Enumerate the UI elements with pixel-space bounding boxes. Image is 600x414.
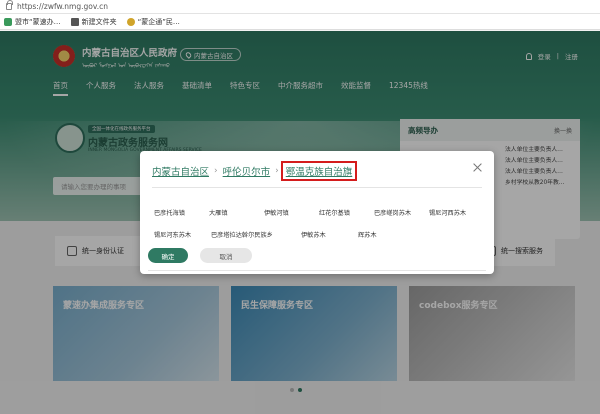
town-option[interactable]: 锡尼河西苏木 [429, 208, 484, 217]
town-row: 巴彦托海镇 大雁镇 伊敏河镇 红花尔基镇 巴彦嵯岗苏木 锡尼河西苏木 [154, 201, 484, 223]
town-option[interactable]: 伊敏苏木 [301, 230, 358, 239]
town-option[interactable]: 锡尼河东苏木 [154, 230, 211, 239]
town-option[interactable]: 巴彦塔拉达斡尔民族乡 [211, 230, 301, 239]
town-option[interactable]: 红花尔基镇 [319, 208, 374, 217]
town-option[interactable]: 伊敏河镇 [264, 208, 319, 217]
region-breadcrumb: 内蒙古自治区 › 呼伦贝尔市 › 鄂温克族自治旗 [152, 161, 358, 181]
close-icon[interactable] [473, 163, 482, 172]
chevron-right-icon: › [275, 166, 279, 176]
town-row: 锡尼河东苏木 巴彦塔拉达斡尔民族乡 伊敏苏木 辉苏木 [154, 223, 484, 245]
region-select-dialog: 内蒙古自治区 › 呼伦贝尔市 › 鄂温克族自治旗 巴彦托海镇 大雁镇 伊敏河镇 … [140, 151, 494, 274]
bookmark-item[interactable]: 新建文件夹 [70, 17, 117, 27]
divider [148, 270, 486, 271]
town-option[interactable]: 大雁镇 [209, 208, 264, 217]
breadcrumb-region[interactable]: 内蒙古自治区 [152, 164, 209, 178]
bookmark-icon [4, 17, 12, 26]
lock-icon [6, 0, 13, 10]
breadcrumb-banner-current[interactable]: 鄂温克族自治旗 [280, 161, 358, 181]
bookmark-label: 盟市“蒙速办… [15, 17, 61, 26]
url-text[interactable]: https://zwfw.nmg.gov.cn [17, 2, 108, 11]
bookmark-item[interactable]: “蒙企通”民… [126, 17, 180, 27]
chevron-right-icon: › [214, 166, 218, 176]
folder-icon [70, 17, 79, 26]
bookmark-label: 新建文件夹 [81, 17, 117, 26]
town-option[interactable]: 辉苏木 [358, 230, 415, 239]
bookmarks-bar: 盟市“蒙速办… 新建文件夹 “蒙企通”民… [0, 14, 600, 30]
bookmark-label: “蒙企通”民… [137, 17, 180, 26]
dialog-actions: 确定 取消 [148, 248, 252, 263]
bookmark-icon [126, 17, 135, 26]
town-option[interactable]: 巴彦托海镇 [154, 208, 209, 217]
confirm-button[interactable]: 确定 [148, 248, 188, 263]
address-bar[interactable]: https://zwfw.nmg.gov.cn [0, 0, 600, 14]
divider [152, 187, 482, 188]
cancel-button[interactable]: 取消 [200, 248, 252, 263]
town-option[interactable]: 巴彦嵯岗苏木 [374, 208, 429, 217]
bookmark-item[interactable]: 盟市“蒙速办… [4, 17, 61, 27]
breadcrumb-city[interactable]: 呼伦贝尔市 [223, 164, 271, 178]
town-list: 巴彦托海镇 大雁镇 伊敏河镇 红花尔基镇 巴彦嵯岗苏木 锡尼河西苏木 锡尼河东苏… [154, 201, 484, 245]
site-page: 内蒙古自治区人民政府 ᠦᠪᠦᠷ ᠮᠣᠩᠭᠣᠯ ᠤᠨ ᠥᠪᠡᠷᠲᠡᠭᠡᠨ ᠵᠠᠰᠠ… [0, 31, 600, 414]
